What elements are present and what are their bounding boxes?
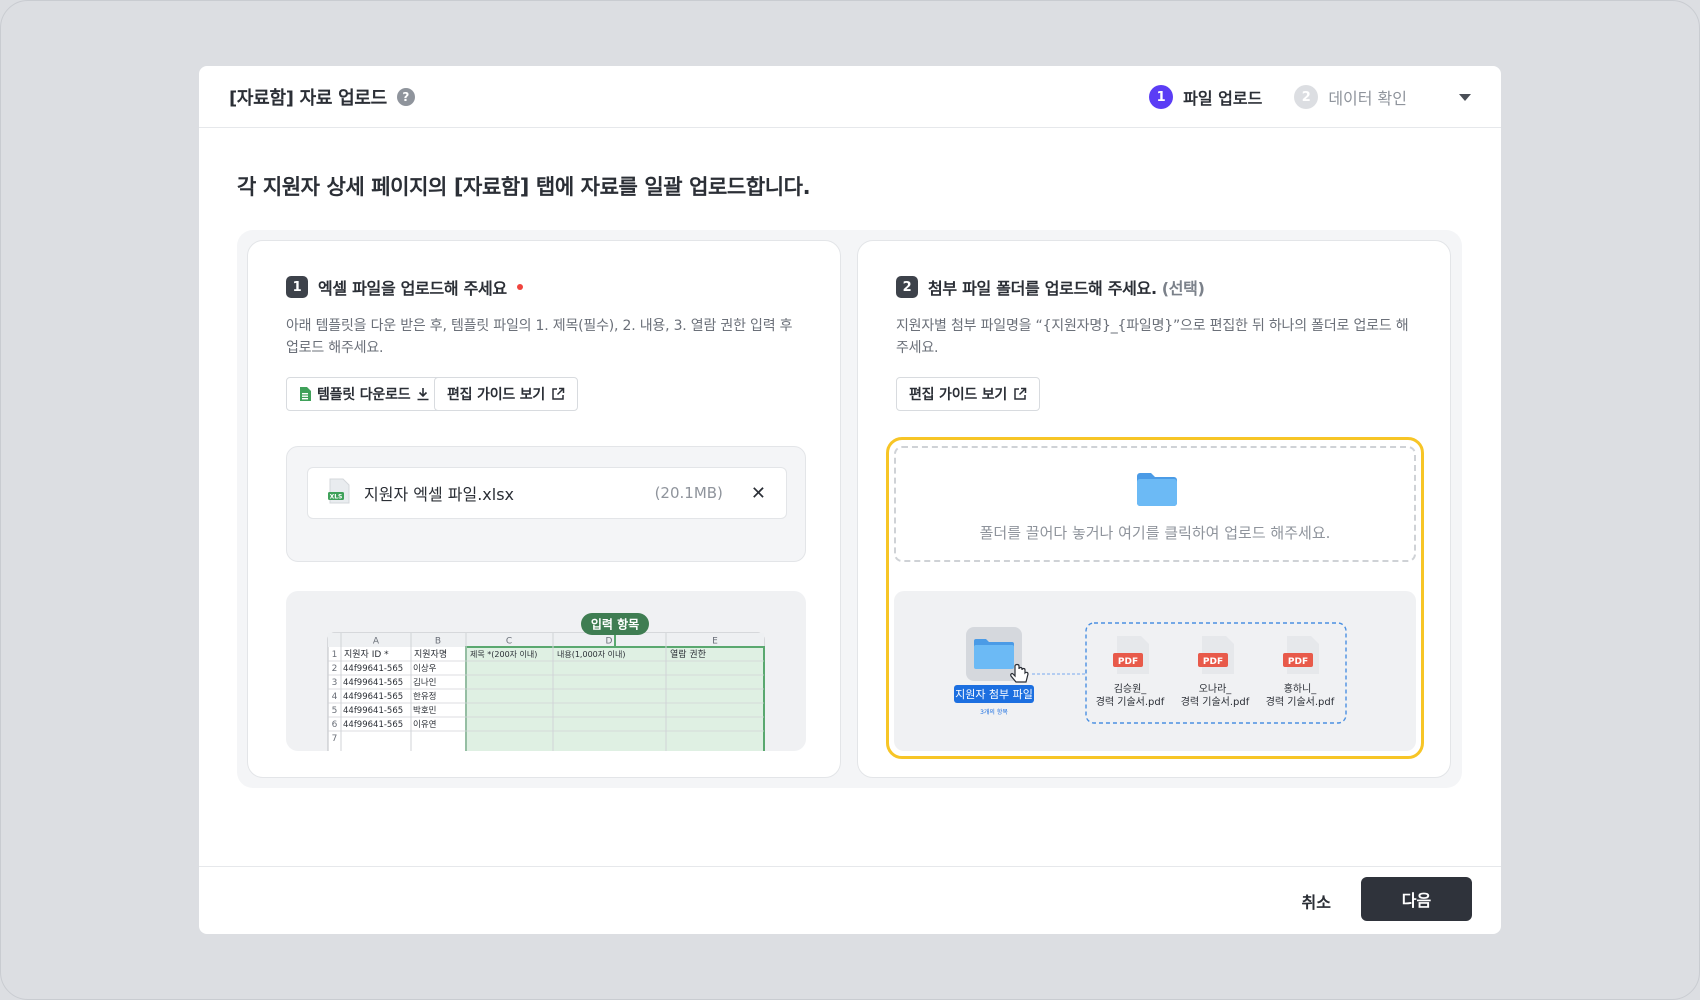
download-icon — [416, 387, 430, 401]
panel-description: 지원자별 첨부 파일명을 “{지원자명}_{파일명}”으로 편집한 뒤 하나의 … — [896, 318, 1409, 356]
sheet-cell: 44f99641-565 — [343, 664, 403, 674]
template-download-button[interactable]: 템플릿 다운로드 — [286, 377, 444, 411]
uploaded-file-item: XLS 지원자 엑셀 파일.xlsx (20.1MB) ✕ — [307, 467, 787, 519]
folder-drop-zone[interactable]: 폴더를 끌어다 놓거나 여기를 클릭하여 업로드 해주세요. — [894, 446, 1416, 562]
xlsx-file-icon: XLS — [328, 478, 350, 508]
sheet-cell: 44f99641-565 — [343, 720, 403, 730]
file-icon-text: XLS — [330, 493, 343, 500]
edit-guide-button[interactable]: 편집 가이드 보기 — [896, 377, 1041, 411]
row-number: 1 — [332, 650, 338, 660]
file-name-line: 경력 기술서.pdf — [1181, 695, 1250, 708]
sheet-cell: 이상우 — [413, 663, 437, 674]
file-name: 지원자 엑셀 파일.xlsx — [364, 485, 515, 504]
step-file-upload: 1 파일 업로드 — [1149, 85, 1262, 109]
page-heading: 각 지원자 상세 페이지의 [자료함] 탭에 자료를 일괄 업로드합니다. — [237, 175, 811, 199]
sheet-header: 지원자명 — [414, 649, 447, 660]
panel-title: 2 첨부 파일 폴더를 업로드해 주세요. (선택) — [896, 275, 1205, 299]
button-label: 편집 가이드 보기 — [447, 387, 546, 403]
sheet-cell: 김나인 — [413, 677, 436, 688]
row-number: 3 — [332, 678, 338, 688]
edit-guide-button[interactable]: 편집 가이드 보기 — [434, 377, 579, 411]
row-number: 6 — [332, 720, 338, 730]
step-label: 파일 업로드 — [1183, 89, 1263, 108]
step-data-check: 2 데이터 확인 — [1294, 85, 1407, 109]
button-label: 템플릿 다운로드 — [317, 387, 411, 403]
stepper: 1 파일 업로드 2 데이터 확인 — [1149, 66, 1471, 128]
remove-file-icon[interactable]: ✕ — [751, 483, 766, 504]
col-letter: D — [606, 637, 613, 647]
folder-example-diagram: 지원자 첨부 파일 3개의 항목 PDF 김승원_ 경력 기술서.pdf PDF… — [954, 622, 1347, 724]
pdf-file-icon: PDF — [1113, 636, 1149, 674]
step-number: 1 — [1149, 85, 1174, 109]
pdf-icon-label: PDF — [1203, 657, 1223, 667]
row-number: 7 — [332, 734, 338, 744]
template-preview: A B C D E 1 2 3 4 5 6 7 지원자 ID * 지원자명 제목… — [286, 591, 806, 751]
next-button[interactable]: 다음 — [1361, 877, 1472, 921]
folder-icon — [1137, 472, 1177, 510]
panel-title-text: 엑셀 파일을 업로드해 주세요 — [318, 279, 507, 298]
sheet-cell: 44f99641-565 — [343, 706, 403, 716]
sheet-header: 제목 *(200자 이내) — [470, 649, 537, 659]
row-number: 4 — [332, 692, 338, 702]
modal-header: [자료함] 자료 업로드 ? 1 파일 업로드 2 데이터 확인 — [199, 66, 1501, 128]
help-icon[interactable]: ? — [396, 87, 415, 106]
panel-title-text: 첨부 파일 폴더를 업로드해 주세요. — [928, 279, 1157, 298]
col-letter: B — [435, 637, 441, 647]
folder-label: 지원자 첨부 파일 — [955, 687, 1033, 701]
col-letter: C — [506, 637, 512, 647]
step-badge: 1 — [286, 276, 308, 298]
sheet-cell: 44f99641-565 — [343, 692, 403, 702]
file-name-line: 경력 기술서.pdf — [1266, 695, 1335, 708]
sheet-header: 내용(1,000자 이내) — [557, 649, 626, 659]
file-list-area: XLS 지원자 엑셀 파일.xlsx (20.1MB) ✕ — [286, 446, 806, 562]
file-name-line: 김승원_ — [1114, 683, 1148, 695]
panels-container: 1 엑셀 파일을 업로드해 주세요 아래 템플릿을 다운 받은 후, 템플릿 파… — [237, 230, 1462, 788]
sheet-cell: 이유연 — [413, 719, 436, 730]
attachment-folder-panel: 2 첨부 파일 폴더를 업로드해 주세요. (선택) 지원자별 첨부 파일명을 … — [857, 240, 1451, 778]
col-letter: A — [373, 637, 380, 647]
pdf-icon-label: PDF — [1118, 657, 1138, 667]
step-label: 데이터 확인 — [1328, 89, 1407, 108]
drop-instruction: 폴더를 끌어다 놓거나 여기를 클릭하여 업로드 해주세요. — [979, 524, 1331, 542]
modal-title: [자료함] 자료 업로드 — [229, 87, 387, 109]
input-fields-badge: 입력 항목 — [591, 617, 639, 632]
step-badge: 2 — [896, 276, 918, 298]
pdf-file-icon: PDF — [1283, 636, 1319, 674]
spreadsheet-preview: A B C D E 1 2 3 4 5 6 7 지원자 ID * 지원자명 제목… — [327, 613, 765, 751]
file-name-line: 경력 기술서.pdf — [1096, 695, 1165, 708]
panel-title: 1 엑셀 파일을 업로드해 주세요 — [286, 275, 523, 299]
col-letter: E — [712, 637, 718, 647]
file-name-line: 홍하니_ — [1284, 682, 1318, 695]
row-number: 5 — [332, 706, 338, 716]
external-link-icon — [1013, 387, 1027, 401]
sheet-cell: 박호민 — [413, 705, 436, 716]
pdf-file-icon: PDF — [1198, 636, 1234, 674]
row-number: 2 — [332, 664, 338, 674]
sheet-header: 열람 권한 — [670, 648, 706, 660]
folder-item-count: 3개의 항목 — [980, 708, 1008, 716]
panel-description: 아래 템플릿을 다운 받은 후, 템플릿 파일의 1. 제목(필수), 2. 내… — [286, 318, 793, 356]
modal-footer: 취소 다음 — [199, 866, 1501, 934]
excel-upload-panel: 1 엑셀 파일을 업로드해 주세요 아래 템플릿을 다운 받은 후, 템플릿 파… — [247, 240, 841, 778]
upload-modal: [자료함] 자료 업로드 ? 1 파일 업로드 2 데이터 확인 각 지원자 상… — [199, 66, 1501, 934]
chevron-down-icon[interactable] — [1459, 93, 1471, 101]
external-link-icon — [551, 387, 565, 401]
sheet-cell: 한유정 — [413, 691, 436, 702]
sheet-cell: 44f99641-565 — [343, 678, 403, 688]
sheet-header: 지원자 ID * — [344, 649, 389, 660]
excel-icon — [299, 387, 311, 401]
file-name-line: 오나라_ — [1199, 683, 1233, 695]
optional-label: (선택) — [1161, 279, 1205, 298]
pdf-icon-label: PDF — [1288, 657, 1308, 667]
required-dot-icon — [516, 284, 523, 290]
file-size: (20.1MB) — [654, 484, 723, 502]
cancel-button[interactable]: 취소 — [1302, 889, 1331, 913]
button-label: 편집 가이드 보기 — [909, 387, 1008, 403]
step-number: 2 — [1294, 85, 1319, 109]
folder-example: 지원자 첨부 파일 3개의 항목 PDF 김승원_ 경력 기술서.pdf PDF… — [894, 591, 1416, 751]
